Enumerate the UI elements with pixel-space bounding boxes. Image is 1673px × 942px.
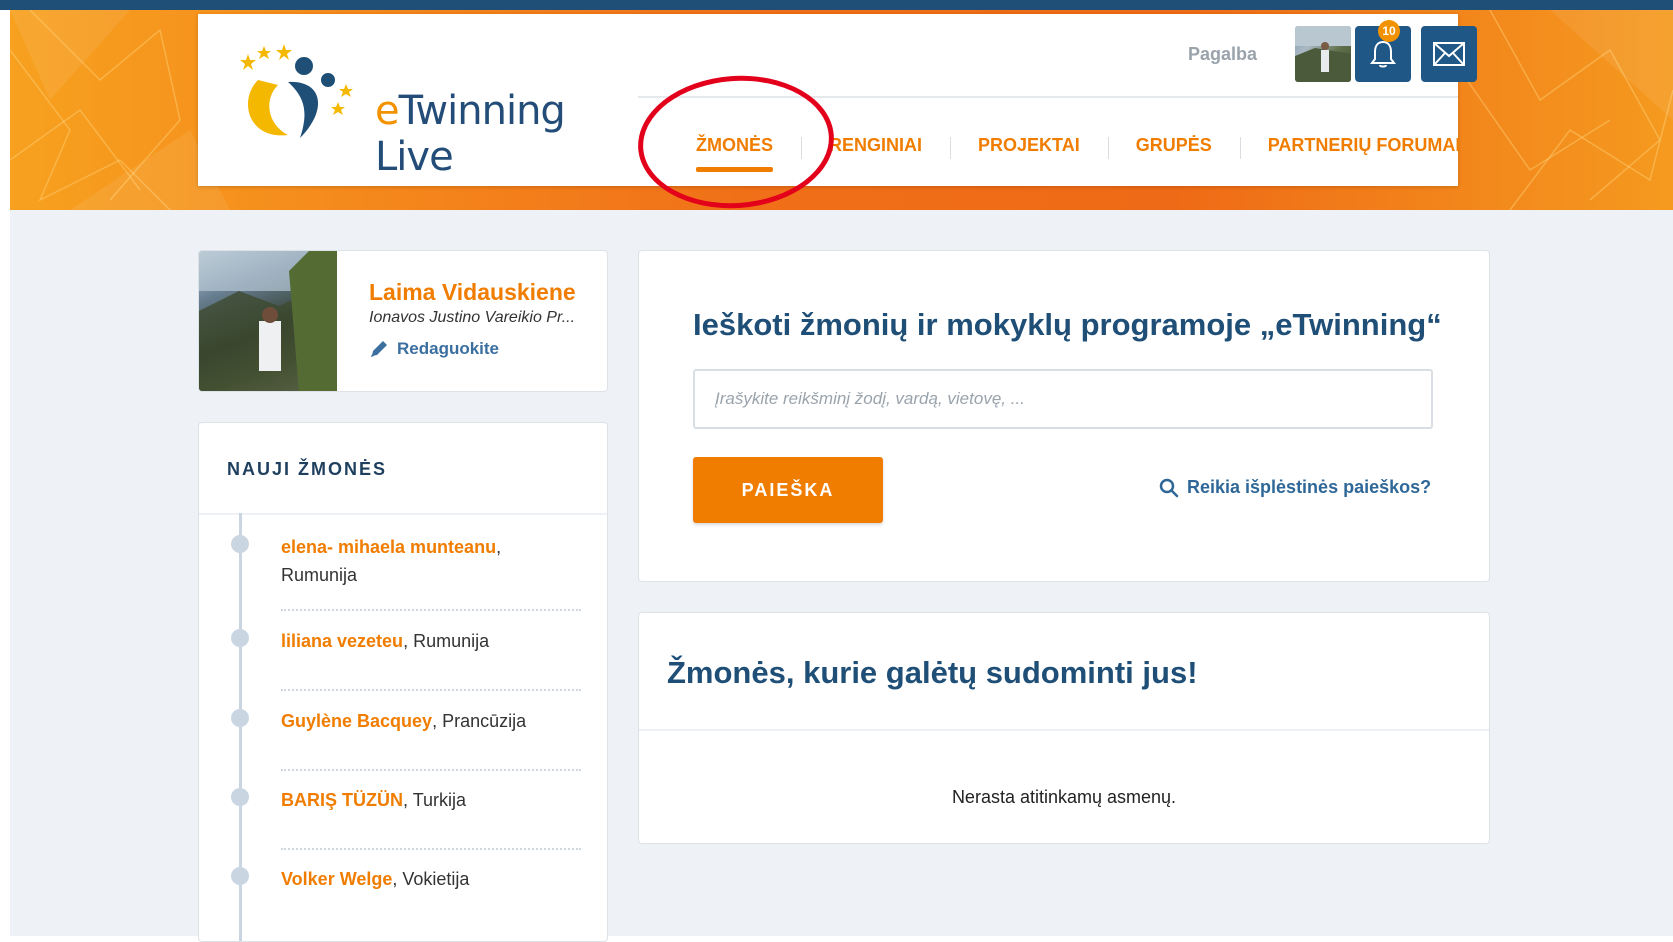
suggestions-card: Žmonės, kurie galėtų sudominti jus! Nera… bbox=[638, 612, 1490, 844]
timeline-dot bbox=[231, 867, 249, 885]
new-person-entry: Volker Welge, Vokietija bbox=[281, 869, 470, 889]
item-separator bbox=[281, 609, 581, 611]
suggestions-empty-message: Nerasta atitinkamų asmenų. bbox=[951, 787, 1177, 807]
nav-item-groups[interactable]: GRUPĖS bbox=[1107, 135, 1240, 159]
logo-mark-icon bbox=[240, 44, 353, 138]
advanced-search-label: Reikia išplėstinės paieškos? bbox=[1187, 477, 1432, 497]
timeline-dot bbox=[231, 629, 249, 647]
top-strip bbox=[0, 0, 1673, 10]
new-people-title: NAUJI ŽMONĖS bbox=[227, 459, 388, 479]
timeline-dot bbox=[231, 535, 249, 553]
new-person-entry: liliana vezeteu, Rumunija bbox=[281, 631, 490, 651]
search-title: Ieškoti žmonių ir mokyklų programoje „eT… bbox=[693, 307, 1442, 342]
new-person-entry: elena- mihaela munteanu, Rumunija bbox=[281, 537, 502, 585]
logo-text: eTwinning Live bbox=[375, 88, 566, 180]
profile-card: Laima Vidauskiene Ionavos Justino Vareik… bbox=[198, 250, 608, 392]
person-name-link[interactable]: Guylène Bacquey bbox=[281, 711, 432, 731]
timeline-dot bbox=[231, 709, 249, 727]
new-person-entry: BARIŞ TÜZÜN, Turkija bbox=[281, 790, 467, 810]
person-name-link[interactable]: BARIŞ TÜZÜN bbox=[281, 790, 403, 810]
edit-profile-link[interactable]: Redaguokite bbox=[369, 339, 499, 359]
new-person-entry: Guylène Bacquey, Prancūzija bbox=[281, 711, 527, 731]
person-country: Vokietija bbox=[402, 869, 470, 889]
new-people-header: NAUJI ŽMONĖS bbox=[199, 423, 607, 515]
item-separator bbox=[281, 769, 581, 771]
person-country: Prancūzija bbox=[442, 711, 527, 731]
person-name-link[interactable]: liliana vezeteu bbox=[281, 631, 403, 651]
nav-item-partner-forums[interactable]: PARTNERIŲ FORUMAI bbox=[1239, 135, 1489, 159]
item-separator bbox=[281, 689, 581, 691]
person-name-link[interactable]: elena- mihaela munteanu bbox=[281, 537, 496, 557]
messages-button[interactable] bbox=[1421, 26, 1477, 82]
pencil-icon bbox=[371, 341, 387, 357]
notification-count-badge: 10 bbox=[1378, 20, 1400, 42]
nav-item-projects[interactable]: PROJEKTAI bbox=[950, 135, 1108, 159]
profile-school: Ionavos Justino Vareikio Pr... bbox=[369, 309, 576, 326]
person-country: Rumunija bbox=[281, 565, 358, 585]
advanced-search-link[interactable]: Reikia išplėstinės paieškos? bbox=[1159, 477, 1431, 498]
search-icon bbox=[1159, 478, 1179, 497]
profile-photo[interactable] bbox=[199, 251, 337, 391]
envelope-icon bbox=[1433, 42, 1465, 66]
search-card: Ieškoti žmonių ir mokyklų programoje „eT… bbox=[638, 250, 1490, 582]
user-avatar[interactable] bbox=[1295, 26, 1351, 82]
profile-name[interactable]: Laima Vidauskiene bbox=[369, 279, 576, 306]
timeline-dot bbox=[231, 788, 249, 806]
edit-profile-label: Redaguokite bbox=[397, 339, 500, 358]
search-input[interactable] bbox=[693, 369, 1433, 429]
avatar-photo-icon bbox=[1295, 26, 1351, 82]
search-button[interactable]: PAIEŠKA bbox=[693, 457, 883, 523]
bell-icon bbox=[1370, 40, 1396, 68]
person-name-link[interactable]: Volker Welge bbox=[281, 869, 392, 889]
new-people-card: NAUJI ŽMONĖS elena- mihaela munteanu, Ru… bbox=[198, 422, 608, 942]
profile-photo-image bbox=[199, 251, 337, 391]
suggestions-title: Žmonės, kurie galėtų sudominti jus! bbox=[667, 655, 1198, 690]
person-country: Rumunija bbox=[413, 631, 490, 651]
suggestions-header: Žmonės, kurie galėtų sudominti jus! bbox=[639, 613, 1489, 731]
person-country: Turkija bbox=[412, 790, 467, 810]
etwinning-logo[interactable]: eTwinning Live bbox=[228, 40, 608, 180]
help-link[interactable]: Pagalba bbox=[1188, 44, 1257, 65]
item-separator bbox=[281, 848, 581, 850]
